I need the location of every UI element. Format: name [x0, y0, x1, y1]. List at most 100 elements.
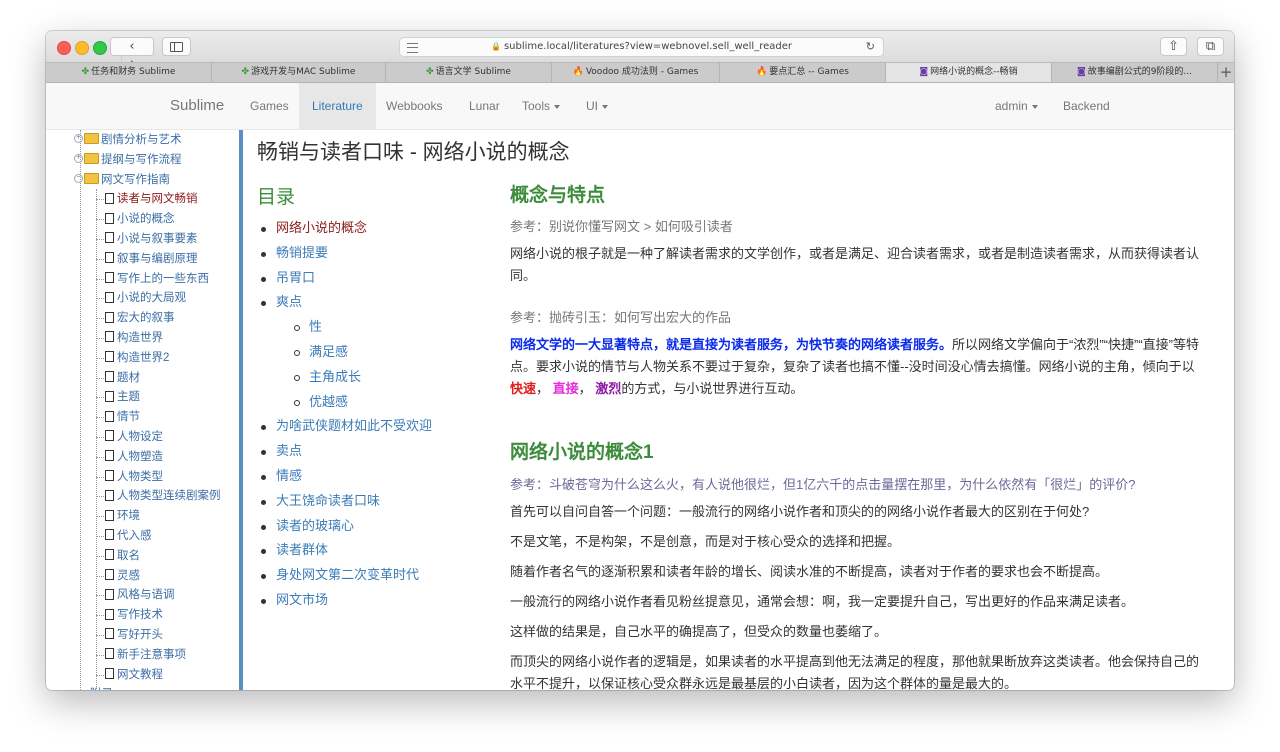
tree-connector	[96, 536, 104, 537]
tree-doc[interactable]: 人物塑造	[105, 448, 163, 466]
toc-link[interactable]: 优越感	[257, 390, 432, 415]
toc-link[interactable]: 卖点	[257, 439, 432, 464]
section-heading: 网络小说的概念1	[510, 442, 654, 463]
toc-link[interactable]: 爽点	[257, 290, 432, 315]
tree-folder-label: 附录	[90, 688, 113, 690]
tree-connector	[96, 456, 104, 458]
table-of-contents: 网络小说的概念 畅销提要 吊胃口 爽点性满足感 主角成长 优越感 为啥武侠题材如此不受欢迎卖…	[257, 216, 432, 613]
tree-doc[interactable]: 人物类型	[105, 468, 163, 486]
paragraph: 这样做的结果是，自己水平的确提高了，但受众的数量也萎缩了。	[510, 624, 888, 639]
paragraph: 一般流行的网络小说作者看见粉丝提意见，通常会想：啊，我一定要提升自己，写出更好的…	[510, 594, 1135, 609]
tree-doc[interactable]: 风格与语调	[105, 586, 175, 604]
tree-doc[interactable]: 写作技术	[105, 606, 163, 624]
section-body: 首先可以自问自答一个问题：一般流行的网络小说作者和顶尖的的网络小说作者最大的区别…	[510, 501, 1210, 690]
tab-bar: ✤ 任务和财务 Sublime ✤ 游戏开发与MAC Sublime ✤ 语言文学 Sub…	[46, 62, 1234, 83]
browser-tab[interactable]: ✤ 语言文学 Sublime	[386, 63, 552, 82]
tab-favicon-icon: ✤	[81, 67, 90, 77]
toc-link[interactable]: 为啥武侠题材如此不受欢迎	[257, 414, 432, 439]
tree-doc[interactable]: 人物类型连续剧案例	[105, 487, 221, 505]
tree-doc[interactable]: 情节	[105, 408, 140, 426]
document-icon	[105, 569, 114, 581]
nav-backend[interactable]: Backend	[1063, 83, 1110, 129]
browser-tab[interactable]: ◙ 故事编剧公式的9阶段的...	[1052, 63, 1218, 82]
reader-menu-icon[interactable]	[407, 43, 418, 53]
toc-link[interactable]: 主角成长	[257, 365, 432, 390]
browser-tab[interactable]: ✤ 任务和财务 Sublime	[46, 63, 212, 82]
expand-toggle-icon[interactable]: +	[74, 134, 83, 144]
tree-doc[interactable]: 人物设定	[105, 428, 163, 446]
tree-doc[interactable]: 小说的大局观	[105, 289, 186, 307]
tree-doc[interactable]: 宏大的叙事	[105, 309, 175, 327]
brand-link[interactable]: Sublime	[170, 83, 224, 129]
document-icon	[105, 311, 114, 323]
toc-link[interactable]: 读者群体	[257, 538, 432, 563]
back-button[interactable]: ‹	[122, 38, 143, 55]
tree-doc[interactable]: 叙事与编剧原理	[105, 250, 198, 268]
nav-tools-dropdown[interactable]: Tools	[522, 83, 561, 129]
tree-doc[interactable]: 题材	[105, 369, 140, 387]
expand-toggle-icon[interactable]: +	[74, 154, 83, 164]
reference-link[interactable]: 参考：斗破苍穹为什么这么火，有人说他很烂，但1亿六千的点击量摆在那里，为什么依然…	[510, 474, 1210, 493]
nav-webbooks[interactable]: Webbooks	[386, 83, 442, 129]
sidebar-toggle-button[interactable]	[162, 37, 191, 56]
nav-lunar[interactable]: Lunar	[469, 83, 500, 129]
tree-doc[interactable]: 写作上的一些东西	[105, 270, 209, 288]
browser-tab[interactable]: 🔥 要点汇总 -- Games	[720, 63, 886, 82]
tree-doc-label: 叙事与编剧原理	[117, 252, 198, 265]
toc-link[interactable]: 读者的玻璃心	[257, 514, 432, 539]
tree-doc[interactable]: 写好开头	[105, 626, 163, 644]
toc-link[interactable]: 满足感	[257, 340, 432, 365]
browser-tab[interactable]: ◙ 网络小说的概念--畅销	[886, 63, 1052, 82]
tree-connector	[96, 615, 104, 617]
tab-label: 故事编剧公式的9阶段的...	[1087, 67, 1193, 77]
tree-doc[interactable]: 主题	[105, 388, 140, 406]
address-bar[interactable]: 🔒 sublime.local/literatures?view=webnovel…	[399, 37, 884, 57]
tab-favicon-icon: ◙	[919, 67, 929, 77]
tree-folder[interactable]: + 剧情分析与艺术	[74, 131, 182, 149]
tab-label: 要点汇总 -- Games	[769, 67, 849, 77]
toc-link[interactable]: 网络小说的概念	[257, 216, 432, 241]
tree-doc[interactable]: 取名	[105, 547, 140, 565]
tree-folder[interactable]: − 网文写作指南	[74, 171, 170, 189]
browser-tab[interactable]: 🔥 Voodoo 成功法则 - Games	[552, 63, 720, 82]
share-button[interactable]: ⇧	[1160, 37, 1187, 56]
nav-admin-dropdown[interactable]: admin	[995, 83, 1038, 129]
separator: ，	[536, 381, 550, 396]
minimize-window-button[interactable]	[75, 41, 89, 55]
close-window-button[interactable]	[57, 41, 71, 55]
toc-link[interactable]: 性	[257, 315, 432, 340]
new-tab-button[interactable]: +	[1218, 63, 1234, 82]
tree-doc[interactable]: 构造世界2	[105, 349, 169, 367]
toc-link[interactable]: 情感	[257, 464, 432, 489]
zoom-window-button[interactable]	[93, 41, 107, 55]
tree-doc[interactable]: 构造世界	[105, 329, 163, 347]
tree-folder[interactable]: + 提纲与写作流程	[74, 151, 182, 169]
tree-doc[interactable]: 环境	[105, 507, 140, 525]
browser-tab[interactable]: ✤ 游戏开发与MAC Sublime	[212, 63, 386, 82]
tree-doc-label: 小说与叙事要素	[117, 233, 198, 245]
toc-link[interactable]: 大王饶命读者口味	[257, 489, 432, 514]
tree-doc[interactable]: 小说的概念	[105, 210, 175, 228]
tree-doc[interactable]: 灵感	[105, 567, 140, 585]
tree-doc[interactable]: 新手注意事项	[105, 646, 186, 664]
document-icon	[105, 628, 114, 640]
toc-link[interactable]: 畅销提要	[257, 241, 432, 266]
reload-icon[interactable]: ↻	[866, 38, 875, 56]
expand-toggle-icon[interactable]: −	[74, 174, 83, 184]
show-tabs-button[interactable]: ⧉	[1197, 37, 1224, 56]
tree-doc-label: 读者与网文畅销	[117, 193, 198, 206]
nav-literature[interactable]: Literature	[299, 83, 376, 129]
tree-doc[interactable]: 网文教程	[105, 666, 163, 684]
reference-link[interactable]: 参考：抛砖引玉：如何写出宏大的作品	[510, 307, 1210, 326]
toc-link[interactable]: 网文市场	[257, 588, 432, 613]
toc-link[interactable]: 吊胃口	[257, 266, 432, 291]
nav-ui-dropdown[interactable]: UI	[586, 83, 608, 129]
nav-games[interactable]: Games	[250, 83, 289, 129]
reference-link[interactable]: 参考：别说你懂写网文 > 如何吸引读者	[510, 216, 1210, 235]
tree-folder[interactable]: 附录	[90, 685, 113, 690]
tree-doc[interactable]: 代入感	[105, 527, 152, 545]
toc-link[interactable]: 身处网文第二次变革时代	[257, 563, 432, 588]
tree-doc-label: 写作技术	[117, 609, 163, 622]
tree-doc[interactable]: 小说与叙事要素	[105, 230, 198, 248]
tree-doc[interactable]: 读者与网文畅销	[105, 190, 198, 208]
